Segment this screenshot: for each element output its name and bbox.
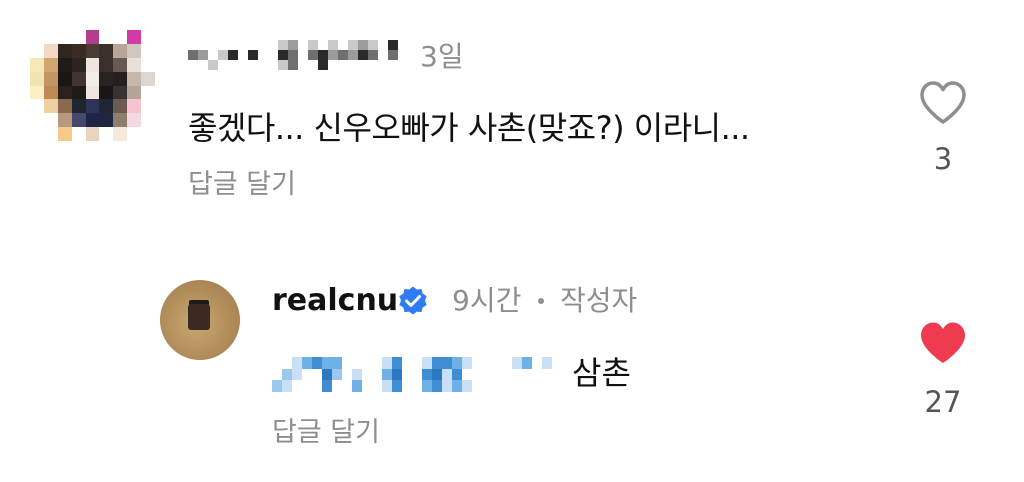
comment-text: 삼촌 (572, 354, 631, 392)
heart-filled-icon[interactable] (918, 320, 968, 366)
comment-timestamp: 9시간 (452, 284, 522, 317)
author-label: 작성자 (560, 284, 638, 317)
heart-outline-icon[interactable] (918, 80, 968, 126)
avatar[interactable] (160, 280, 240, 360)
comment-text: 좋겠다... 신우오빠가 사촌(맞죠?) 이라니... (188, 109, 750, 147)
reply-button[interactable]: 답글 달기 (272, 416, 380, 450)
username-pixelated[interactable] (188, 40, 408, 70)
comment-timestamp: 3일 (420, 40, 464, 73)
reply-button[interactable]: 답글 달기 (188, 168, 296, 202)
username[interactable]: realcnu (272, 283, 398, 319)
separator-dot (538, 298, 544, 304)
comment-text-pixelated (272, 357, 562, 392)
like-count: 3 (933, 142, 953, 176)
avatar[interactable] (30, 30, 155, 155)
verified-badge-icon (399, 286, 427, 315)
like-count: 27 (924, 385, 962, 419)
